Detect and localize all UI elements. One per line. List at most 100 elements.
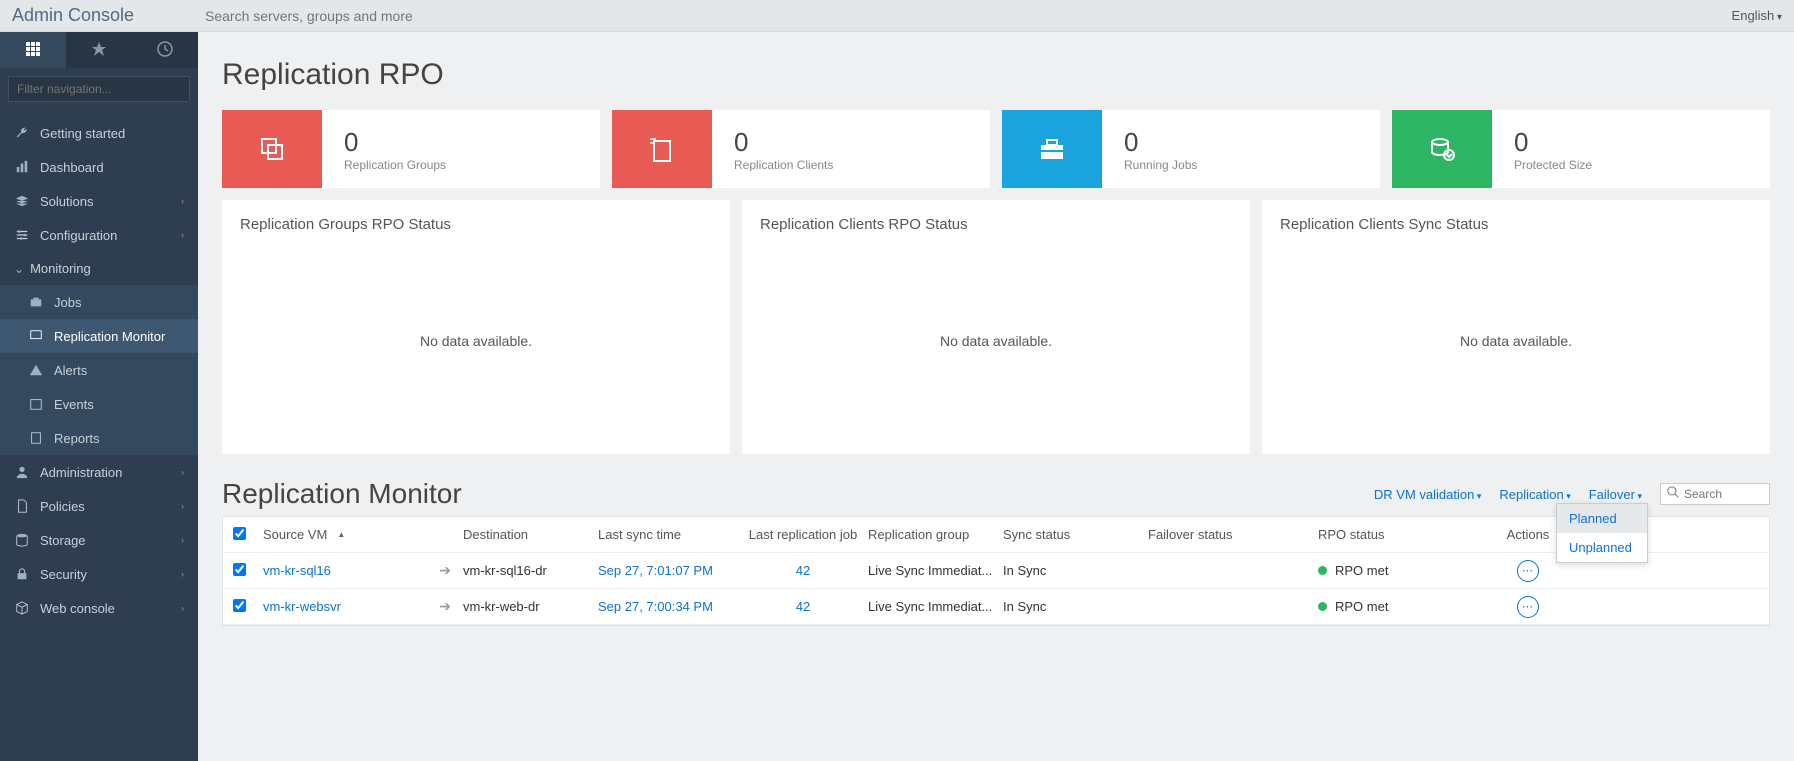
- cube-icon: [14, 600, 30, 616]
- failover-dropdown[interactable]: Failover: [1589, 487, 1642, 502]
- nav-label: Getting started: [40, 126, 125, 141]
- stat-running-jobs[interactable]: 0Running Jobs: [1002, 110, 1380, 188]
- failover-unplanned-option[interactable]: Unplanned: [1557, 533, 1647, 562]
- monitor-icon: [28, 328, 44, 344]
- row-checkbox[interactable]: [233, 563, 246, 576]
- nav-solutions[interactable]: Solutions ›: [0, 184, 198, 218]
- stat-label: Replication Groups: [344, 158, 446, 172]
- stat-body: 0Replication Groups: [322, 127, 446, 172]
- nav-replication-monitor[interactable]: Replication Monitor: [0, 319, 198, 353]
- col-rpo-status[interactable]: RPO status: [1318, 527, 1488, 542]
- row-checkbox[interactable]: [233, 599, 246, 612]
- stat-value: 0: [1124, 127, 1197, 158]
- nav-alerts[interactable]: Alerts: [0, 353, 198, 387]
- wrench-icon: [14, 125, 30, 141]
- cell-destination: vm-kr-web-dr: [463, 599, 598, 614]
- nav-monitoring[interactable]: Monitoring: [0, 252, 198, 285]
- last-sync-link[interactable]: Sep 27, 7:01:07 PM: [598, 563, 713, 578]
- last-job-link[interactable]: 42: [796, 599, 810, 614]
- source-vm-link[interactable]: vm-kr-sql16: [263, 563, 331, 578]
- stat-value: 0: [734, 127, 833, 158]
- nav-security[interactable]: Security›: [0, 557, 198, 591]
- sidebar-tab-recent[interactable]: [132, 32, 198, 68]
- chevron-right-icon: ›: [181, 467, 184, 477]
- col-sync-status[interactable]: Sync status: [1003, 527, 1148, 542]
- table-row: vm-kr-websvr➔ vm-kr-web-dr Sep 27, 7:00:…: [223, 589, 1769, 625]
- nav-label: Security: [40, 567, 87, 582]
- cell-last-job: 42: [738, 563, 868, 578]
- panel-title: Replication Clients Sync Status: [1280, 216, 1752, 233]
- stat-replication-clients[interactable]: 0Replication Clients: [612, 110, 990, 188]
- stack-icon: [222, 110, 322, 188]
- nav-label: Dashboard: [40, 160, 104, 175]
- col-last-sync[interactable]: Last sync time: [598, 527, 738, 542]
- monitor-table: Source VM Destination Last sync time Las…: [222, 516, 1770, 626]
- cell-actions: ⋯: [1488, 596, 1568, 618]
- briefcase-icon: [1002, 110, 1102, 188]
- chevron-right-icon: ›: [181, 230, 184, 240]
- source-vm-link[interactable]: vm-kr-websvr: [263, 599, 341, 614]
- table-header-row: Source VM Destination Last sync time Las…: [223, 517, 1769, 553]
- chevron-right-icon: ›: [181, 535, 184, 545]
- clock-icon: [157, 41, 173, 60]
- nav-label: Policies: [40, 499, 85, 514]
- nav-reports[interactable]: Reports: [0, 421, 198, 455]
- chevron-right-icon: ›: [181, 196, 184, 206]
- database-icon: [14, 532, 30, 548]
- dr-vm-validation-dropdown[interactable]: DR VM validation: [1374, 487, 1481, 502]
- status-dot-icon: [1318, 602, 1327, 611]
- panel-clients-rpo: Replication Clients RPO Status No data a…: [742, 200, 1250, 454]
- nav-filter-input[interactable]: [8, 76, 190, 102]
- panel-row: Replication Groups RPO Status No data av…: [222, 200, 1770, 454]
- nav-policies[interactable]: Policies›: [0, 489, 198, 523]
- server-icon: [612, 110, 712, 188]
- nav-events[interactable]: Events: [0, 387, 198, 421]
- global-search-input[interactable]: [197, 2, 647, 30]
- nav-label: Solutions: [40, 194, 93, 209]
- nav-web-console[interactable]: Web console›: [0, 591, 198, 625]
- nav-label: Reports: [54, 431, 100, 446]
- replication-dropdown[interactable]: Replication: [1499, 487, 1570, 502]
- nav-label: Administration: [40, 465, 122, 480]
- nav-dashboard[interactable]: Dashboard: [0, 150, 198, 184]
- row-select-cell: [233, 563, 263, 579]
- select-all-checkbox[interactable]: [233, 527, 246, 540]
- col-destination[interactable]: Destination: [463, 527, 598, 542]
- failover-menu: Planned Unplanned: [1556, 503, 1648, 563]
- stat-protected-size[interactable]: 0Protected Size: [1392, 110, 1770, 188]
- nav-label: Events: [54, 397, 94, 412]
- cell-rpo-status: RPO met: [1318, 599, 1488, 614]
- row-actions-button[interactable]: ⋯: [1517, 596, 1539, 618]
- stat-replication-groups[interactable]: 0Replication Groups: [222, 110, 600, 188]
- app-title: Admin Console: [12, 5, 197, 26]
- row-select-cell: [233, 599, 263, 615]
- sidebar-tab-favorites[interactable]: [66, 32, 132, 68]
- sidebar-tab-apps[interactable]: [0, 32, 66, 68]
- col-last-job[interactable]: Last replication job: [738, 527, 868, 542]
- col-replication-group[interactable]: Replication group: [868, 527, 1003, 542]
- alert-icon: [28, 362, 44, 378]
- language-selector[interactable]: English: [1732, 8, 1782, 23]
- nav-getting-started[interactable]: Getting started: [0, 116, 198, 150]
- nav-administration[interactable]: Administration ›: [0, 455, 198, 489]
- status-dot-icon: [1318, 566, 1327, 575]
- report-icon: [28, 430, 44, 446]
- nav-storage[interactable]: Storage ›: [0, 523, 198, 557]
- cell-source-vm: vm-kr-websvr➔: [263, 598, 463, 615]
- grid-icon: [25, 41, 41, 60]
- last-sync-link[interactable]: Sep 27, 7:00:34 PM: [598, 599, 713, 614]
- nav-jobs[interactable]: Jobs: [0, 285, 198, 319]
- table-search-input[interactable]: [1684, 487, 1764, 501]
- nav-label: Storage: [40, 533, 86, 548]
- stat-row: 0Replication Groups 0Replication Clients…: [222, 110, 1770, 188]
- nav-configuration[interactable]: Configuration›: [0, 218, 198, 252]
- col-failover-status[interactable]: Failover status: [1148, 527, 1318, 542]
- top-bar: Admin Console English: [0, 0, 1794, 32]
- layers-icon: [14, 193, 30, 209]
- col-source-vm[interactable]: Source VM: [263, 527, 463, 542]
- cell-group: Live Sync Immediat...: [868, 563, 1003, 578]
- row-actions-button[interactable]: ⋯: [1517, 560, 1539, 582]
- last-job-link[interactable]: 42: [796, 563, 810, 578]
- briefcase-icon: [28, 294, 44, 310]
- failover-planned-option[interactable]: Planned: [1557, 504, 1647, 533]
